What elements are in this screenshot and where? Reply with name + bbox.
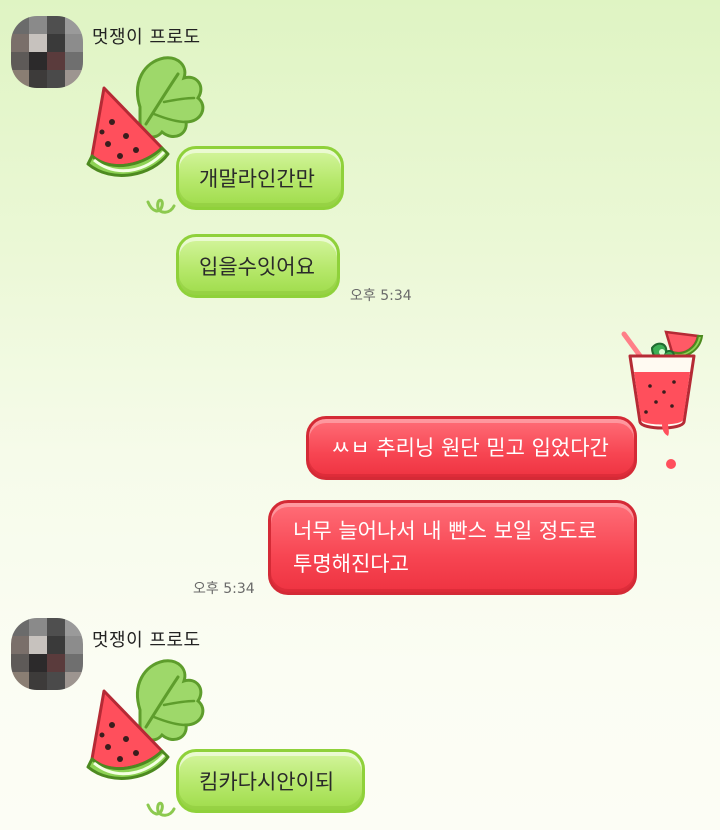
message-bubble-outgoing[interactable]: 너무 늘어나서 내 빤스 보일 정도로 투명해진다고 — [268, 500, 637, 595]
message-bubble-incoming[interactable]: 입을수잇어요 — [176, 234, 340, 298]
sender-avatar[interactable] — [11, 618, 83, 690]
sender-name: 멋쟁이 프로도 — [92, 630, 201, 651]
message-text: ㅆㅂ 추리닝 원단 믿고 입었다간 — [331, 435, 609, 460]
message-timestamp: 오후 5:34 — [350, 288, 412, 304]
message-bubble-outgoing[interactable]: ㅆㅂ 추리닝 원단 믿고 입었다간 — [306, 416, 637, 480]
sender-avatar[interactable] — [11, 16, 83, 88]
message-timestamp: 오후 5:34 — [193, 581, 255, 597]
sender-name: 멋쟁이 프로도 — [92, 27, 201, 48]
message-bubble-incoming[interactable]: 킴카다시안이되 — [176, 749, 365, 813]
message-text-line-1: 너무 늘어나서 내 빤스 보일 정도로 — [293, 518, 597, 543]
message-bubble-incoming[interactable]: 개말라인간만 — [176, 146, 344, 210]
message-text-line-2: 투명해진다고 — [293, 551, 409, 576]
